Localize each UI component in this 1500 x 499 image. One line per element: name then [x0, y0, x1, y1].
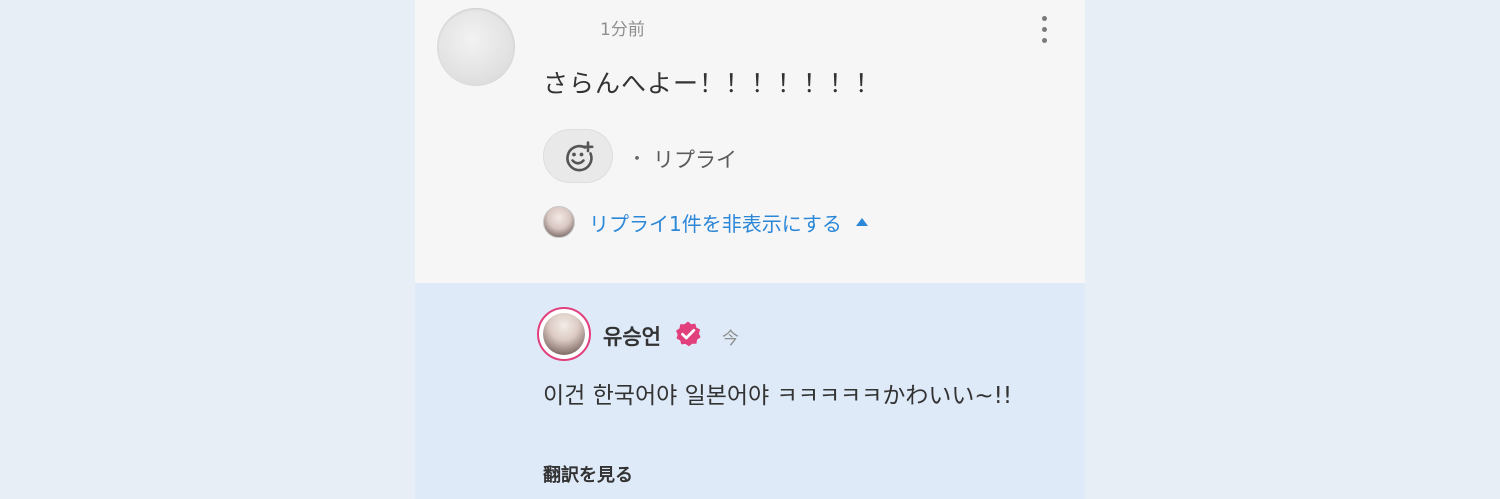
add-reaction-icon [566, 141, 594, 172]
more-vertical-icon [1041, 16, 1047, 21]
add-reaction-button[interactable] [543, 129, 613, 183]
reply-text: 이건 한국어야 일본어야 ㅋㅋㅋㅋㅋかわいい~!! [543, 383, 1013, 409]
hide-replies-label: リプライ1件を非表示にする [589, 211, 842, 236]
commenter-avatar[interactable] [437, 8, 515, 86]
comment-thread-panel: 1分前 さらんへよー！！！！！！！ ・ リプライ リプライ1件を非表示にする 유… [415, 0, 1085, 499]
verified-badge-icon [676, 321, 701, 347]
separator-dot: ・ [628, 149, 646, 170]
more-vertical-icon-dot [1041, 27, 1047, 32]
more-vertical-icon-dot [1041, 38, 1047, 43]
comment-time: 1分前 [600, 20, 645, 40]
reply-button[interactable]: リプライ [653, 144, 737, 174]
comment-text: さらんへよー！！！！！！！ [543, 69, 882, 98]
more-options-button[interactable] [1037, 16, 1051, 48]
reply-avatar[interactable] [537, 307, 591, 361]
see-translation-button[interactable]: 翻訳を見る [543, 461, 633, 487]
reply-username[interactable]: 유승언 [603, 321, 661, 351]
comment: 1分前 さらんへよー！！！！！！！ ・ リプライ リプライ1件を非表示にする [415, 0, 1085, 283]
replier-mini-avatar [543, 206, 575, 238]
reply-comment: 유승언 今 이건 한국어야 일본어야 ㅋㅋㅋㅋㅋかわいい~!! 翻訳を見る [415, 283, 1085, 499]
reply-time: 今 [722, 329, 739, 349]
reply-avatar-image [543, 313, 585, 355]
hide-replies-toggle[interactable]: リプライ1件を非表示にする [543, 205, 868, 239]
caret-up-icon [855, 218, 868, 226]
